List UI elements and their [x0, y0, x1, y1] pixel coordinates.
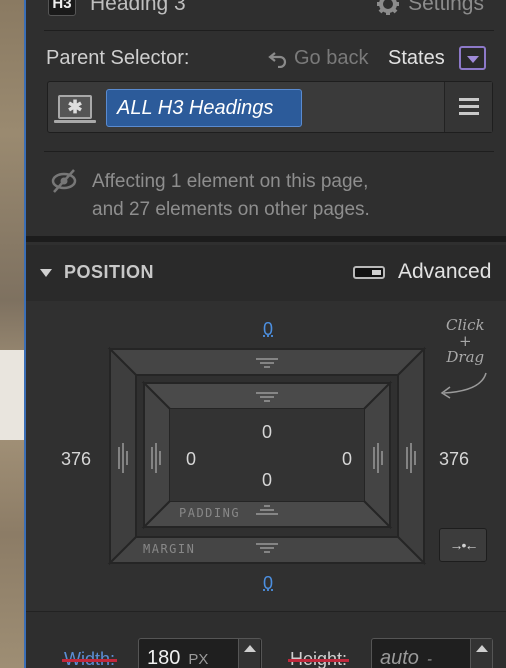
margin-top-handle — [110, 349, 424, 375]
margin-label: MARGIN — [143, 542, 195, 556]
padding-top-value[interactable]: 0 — [262, 422, 272, 443]
parent-selector-label: Parent Selector: — [46, 47, 189, 70]
width-stepper[interactable] — [238, 639, 260, 668]
hint-line-1: Click — [446, 317, 485, 333]
size-row: Width: 180 PX Height: auto - — [26, 611, 506, 668]
gear-icon — [376, 0, 400, 16]
go-back-label: Go back — [294, 47, 368, 70]
height-value: auto — [380, 647, 419, 668]
selector-tag[interactable]: ALL H3 Headings — [106, 89, 302, 127]
style-panel: H3 Heading 3 Settings Parent Selector: G… — [26, 0, 506, 668]
menu-bar — [459, 105, 479, 108]
padding-right-value[interactable]: 0 — [342, 449, 352, 470]
selector-menu-button[interactable] — [444, 82, 492, 132]
advanced-label[interactable]: Advanced — [398, 260, 491, 284]
selector-scope-icon[interactable]: ✱ — [58, 95, 92, 119]
go-back-button[interactable]: Go back — [268, 47, 368, 70]
box-model-diagram — [26, 301, 506, 611]
background-photo — [0, 0, 26, 668]
height-label: Height: — [290, 649, 347, 668]
menu-bar — [459, 98, 479, 101]
padding-left-value[interactable]: 0 — [186, 449, 196, 470]
hint-line-2: + — [446, 333, 485, 349]
height-stepper[interactable] — [470, 639, 492, 668]
position-title: POSITION — [64, 262, 154, 283]
padding-top-handle — [144, 383, 390, 409]
position-section-header[interactable]: POSITION Advanced — [26, 245, 506, 301]
collapse-margins-button[interactable]: →•← — [439, 528, 487, 562]
affecting-info: Affecting 1 element on this page, and 27… — [92, 168, 370, 224]
selector-divider — [44, 151, 494, 152]
margin-right-value[interactable]: 376 — [439, 449, 469, 470]
states-label[interactable]: States — [388, 47, 445, 70]
click-drag-hint: Click + Drag — [446, 317, 485, 365]
affecting-line-1: Affecting 1 element on this page, — [92, 168, 370, 196]
margin-left-value[interactable]: 376 — [61, 449, 91, 470]
element-header: H3 Heading 3 Settings — [26, 0, 506, 18]
menu-bar — [459, 112, 479, 115]
selector-field[interactable]: ✱ ALL H3 Headings — [47, 81, 493, 133]
height-unit[interactable]: - — [427, 651, 432, 668]
hint-arrow-icon — [444, 373, 486, 393]
settings-label: Settings — [408, 0, 484, 16]
margin-top-value[interactable]: 0 — [263, 319, 273, 340]
width-value: 180 — [147, 647, 180, 668]
box-model-editor: 0 0 376 376 0 0 0 0 PADDING MARGIN Click… — [26, 301, 506, 611]
width-label: Width: — [64, 649, 115, 668]
element-title: Heading 3 — [90, 0, 186, 16]
padding-bottom-value[interactable]: 0 — [262, 470, 272, 491]
margin-bottom-value[interactable]: 0 — [263, 573, 273, 594]
collapse-caret-icon[interactable] — [40, 269, 52, 277]
hint-line-3: Drag — [446, 349, 485, 365]
states-dropdown-button[interactable] — [459, 46, 486, 70]
header-divider — [44, 30, 494, 31]
undo-arrow-icon — [268, 50, 288, 68]
section-divider — [26, 236, 506, 242]
element-type-badge: H3 — [48, 0, 76, 16]
eye-off-icon — [50, 167, 78, 195]
advanced-toggle[interactable] — [353, 266, 385, 279]
settings-button[interactable]: Settings — [376, 0, 484, 16]
padding-label: PADDING — [179, 506, 240, 520]
width-unit[interactable]: PX — [188, 651, 208, 668]
affecting-line-2: and 27 elements on other pages. — [92, 196, 370, 224]
